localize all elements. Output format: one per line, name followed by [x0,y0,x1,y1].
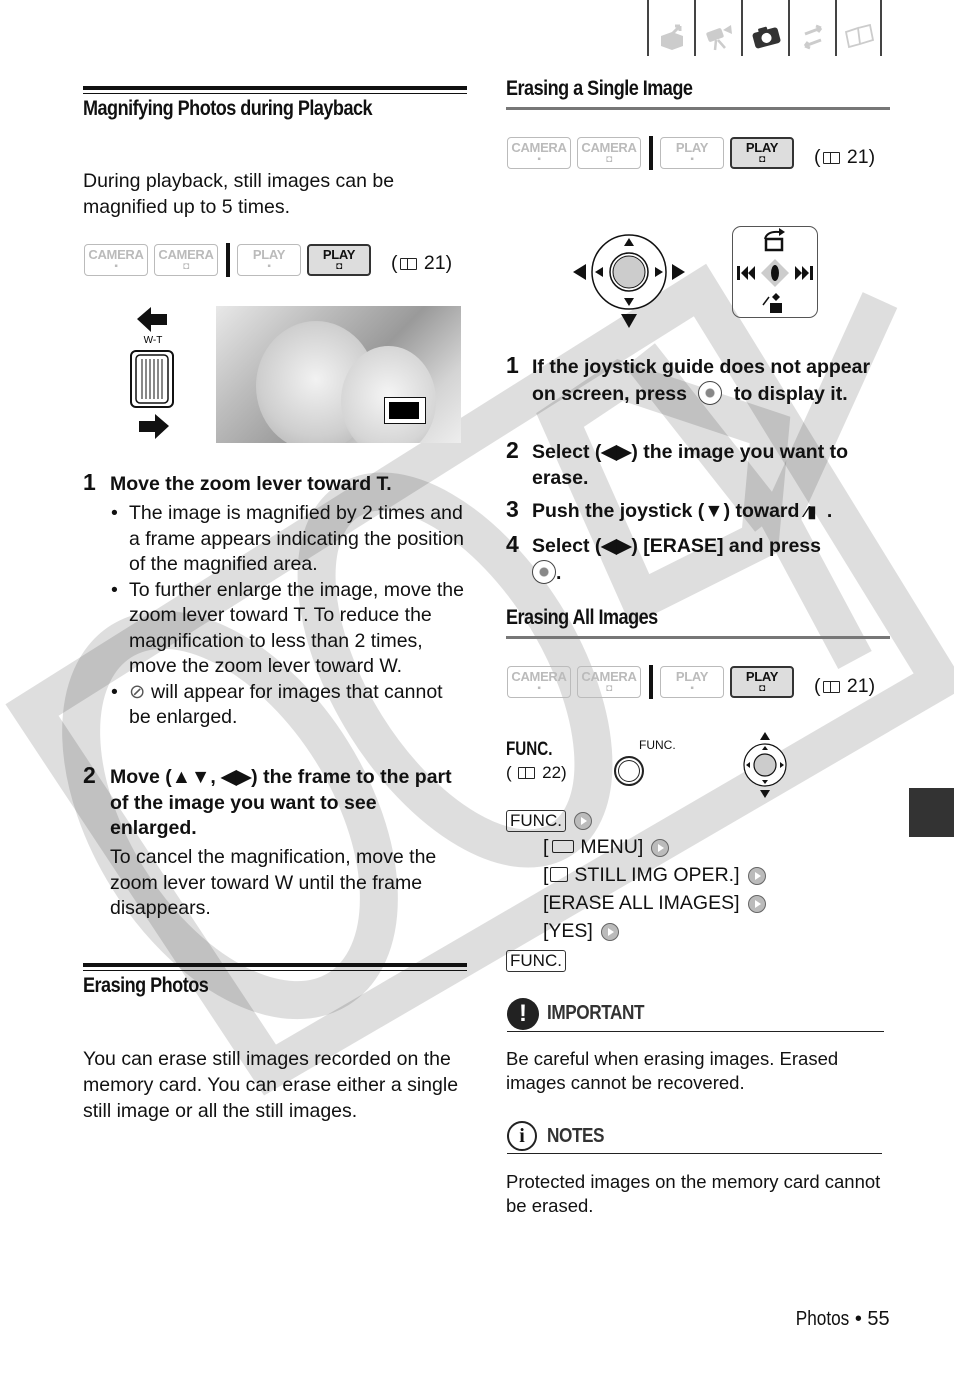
book-icon [822,152,840,164]
magnification-frame [384,397,426,424]
next-arrow-icon [600,923,619,941]
mode-play-movie: PLAY ▪ [660,137,724,169]
bullet-item: ⊘will appear for images that cannot be e… [111,680,467,731]
chapter-tab-movies[interactable] [694,0,741,56]
func-label: FUNC. [506,739,553,760]
no-magnify-icon: ⊘ [129,680,146,703]
chapter-tab-intro[interactable] [647,0,694,56]
next-arrow-icon [651,839,670,857]
magnify-step-1-bullets: The image is magnified by 2 times and a … [111,501,467,731]
subsection-title-all: Erasing All Images [506,606,658,629]
mode-camera-photo: CAMERA ◘ [154,244,218,276]
page-reference[interactable]: ( 21) [391,252,452,275]
open-book-icon [844,23,874,49]
mode-camera-photo: CAMERA ◘ [577,137,641,169]
menu-step-func: FUNC. [506,809,592,832]
subsection-title-single: Erasing a Single Image [506,77,693,100]
func-button[interactable] [614,756,644,786]
important-text: Be careful when erasing images. Erased i… [506,1048,839,1093]
section-rule [83,963,467,971]
menu-step-item: [STILL IMG OPER.] [543,864,766,887]
joystick-guide-panel [732,226,818,318]
chapter-tab-reference[interactable] [835,0,882,56]
mode-indicator: CAMERA ▪ CAMERA ◘ PLAY ▪ PLAY ◘ [507,665,800,699]
exclamation-icon: ! [507,998,539,1030]
important-header: ! IMPORTANT [507,998,884,1032]
mode-camera-photo: CAMERA ◘ [577,666,641,698]
joystick-button-icon [698,380,723,405]
page-number: 55 [867,1308,890,1330]
func-key[interactable]: FUNC. [506,810,566,832]
func-key[interactable]: FUNC. [506,950,566,972]
subsection-rule [506,107,890,110]
book-icon [518,767,536,779]
mode-play-movie: PLAY ▪ [660,666,724,698]
erase-icon [762,293,782,313]
func-button-caption: FUNC. [639,738,676,752]
func-page-reference[interactable]: ( 22) [506,763,567,783]
mode-play-photo: PLAY ◘ [307,244,371,276]
arrow-left-icon [137,307,167,332]
box-arrow-icon [660,24,683,50]
menu-step-item: [YES] [543,920,619,943]
mode-separator [649,665,653,699]
still-image-icon [550,867,569,882]
transfer-arrows-icon [803,24,822,50]
mode-indicator: CAMERA ▪ CAMERA ◘ PLAY ▪ PLAY ◘ [507,136,800,170]
menu-step-item: [ERASE ALL IMAGES] [543,892,766,915]
next-icon [795,266,813,280]
menu-icon [552,840,575,853]
still-camera-icon [752,26,780,49]
notes-header: i NOTES [507,1121,882,1154]
chapter-tab-transfer[interactable] [788,0,835,56]
section-rule [83,86,467,94]
rotate-icon [764,228,785,252]
section-title-magnify: Magnifying Photos during Playback [83,97,373,120]
mode-camera-movie: CAMERA ▪ [507,666,571,698]
previous-icon [737,266,755,280]
book-icon [399,258,417,270]
section-title-erasing: Erasing Photos [83,974,209,997]
menu-step-func-end: FUNC. [506,949,566,972]
info-icon: i [507,1121,537,1151]
joystick-diagram [573,234,685,328]
mode-indicator: CAMERA ▪ CAMERA ◘ PLAY ▪ PLAY ◘ [84,243,377,277]
erasing-intro: You can erase still images recorded on t… [83,1048,459,1122]
subsection-rule [506,636,890,639]
mode-camera-movie: CAMERA ▪ [84,244,148,276]
mode-play-photo: PLAY ◘ [730,666,794,698]
mode-separator [649,136,653,170]
magnify-step-2-note: To cancel the magnification, move the zo… [110,846,437,919]
magnify-intro: During playback, still images can be mag… [83,170,395,218]
page-reference[interactable]: ( 21) [814,675,875,698]
menu-step-item: [MENU] [543,836,670,859]
book-icon [822,681,840,693]
chapter-tabs [647,0,882,56]
zoom-lever-label: W-T [144,335,163,346]
joystick-button-icon [532,559,556,584]
erase-icon: ⁄▮ [804,504,817,521]
page-footer: Photos • 55 [795,1308,890,1330]
magnified-photo-sample [216,306,461,443]
mode-separator [226,243,230,277]
page-reference[interactable]: ( 21) [814,146,875,169]
small-joystick-diagram [743,732,787,798]
arrow-right-icon [139,414,169,439]
chapter-side-tab [909,788,954,837]
bullet-item: To further enlarge the image, move the z… [111,578,467,680]
mode-play-photo: PLAY ◘ [730,137,794,169]
chapter-tab-photos[interactable] [741,0,788,56]
notes-text: Protected images on the memory card cann… [506,1171,881,1216]
bullet-item: The image is magnified by 2 times and a … [111,501,467,578]
next-arrow-icon [747,867,766,885]
mode-play-movie: PLAY ▪ [237,244,301,276]
zoom-lever-illustration: W-T [130,307,174,439]
next-arrow-icon [573,812,592,830]
movie-camera-icon [705,25,732,51]
mode-camera-movie: CAMERA ▪ [507,137,571,169]
next-arrow-icon [747,895,766,913]
